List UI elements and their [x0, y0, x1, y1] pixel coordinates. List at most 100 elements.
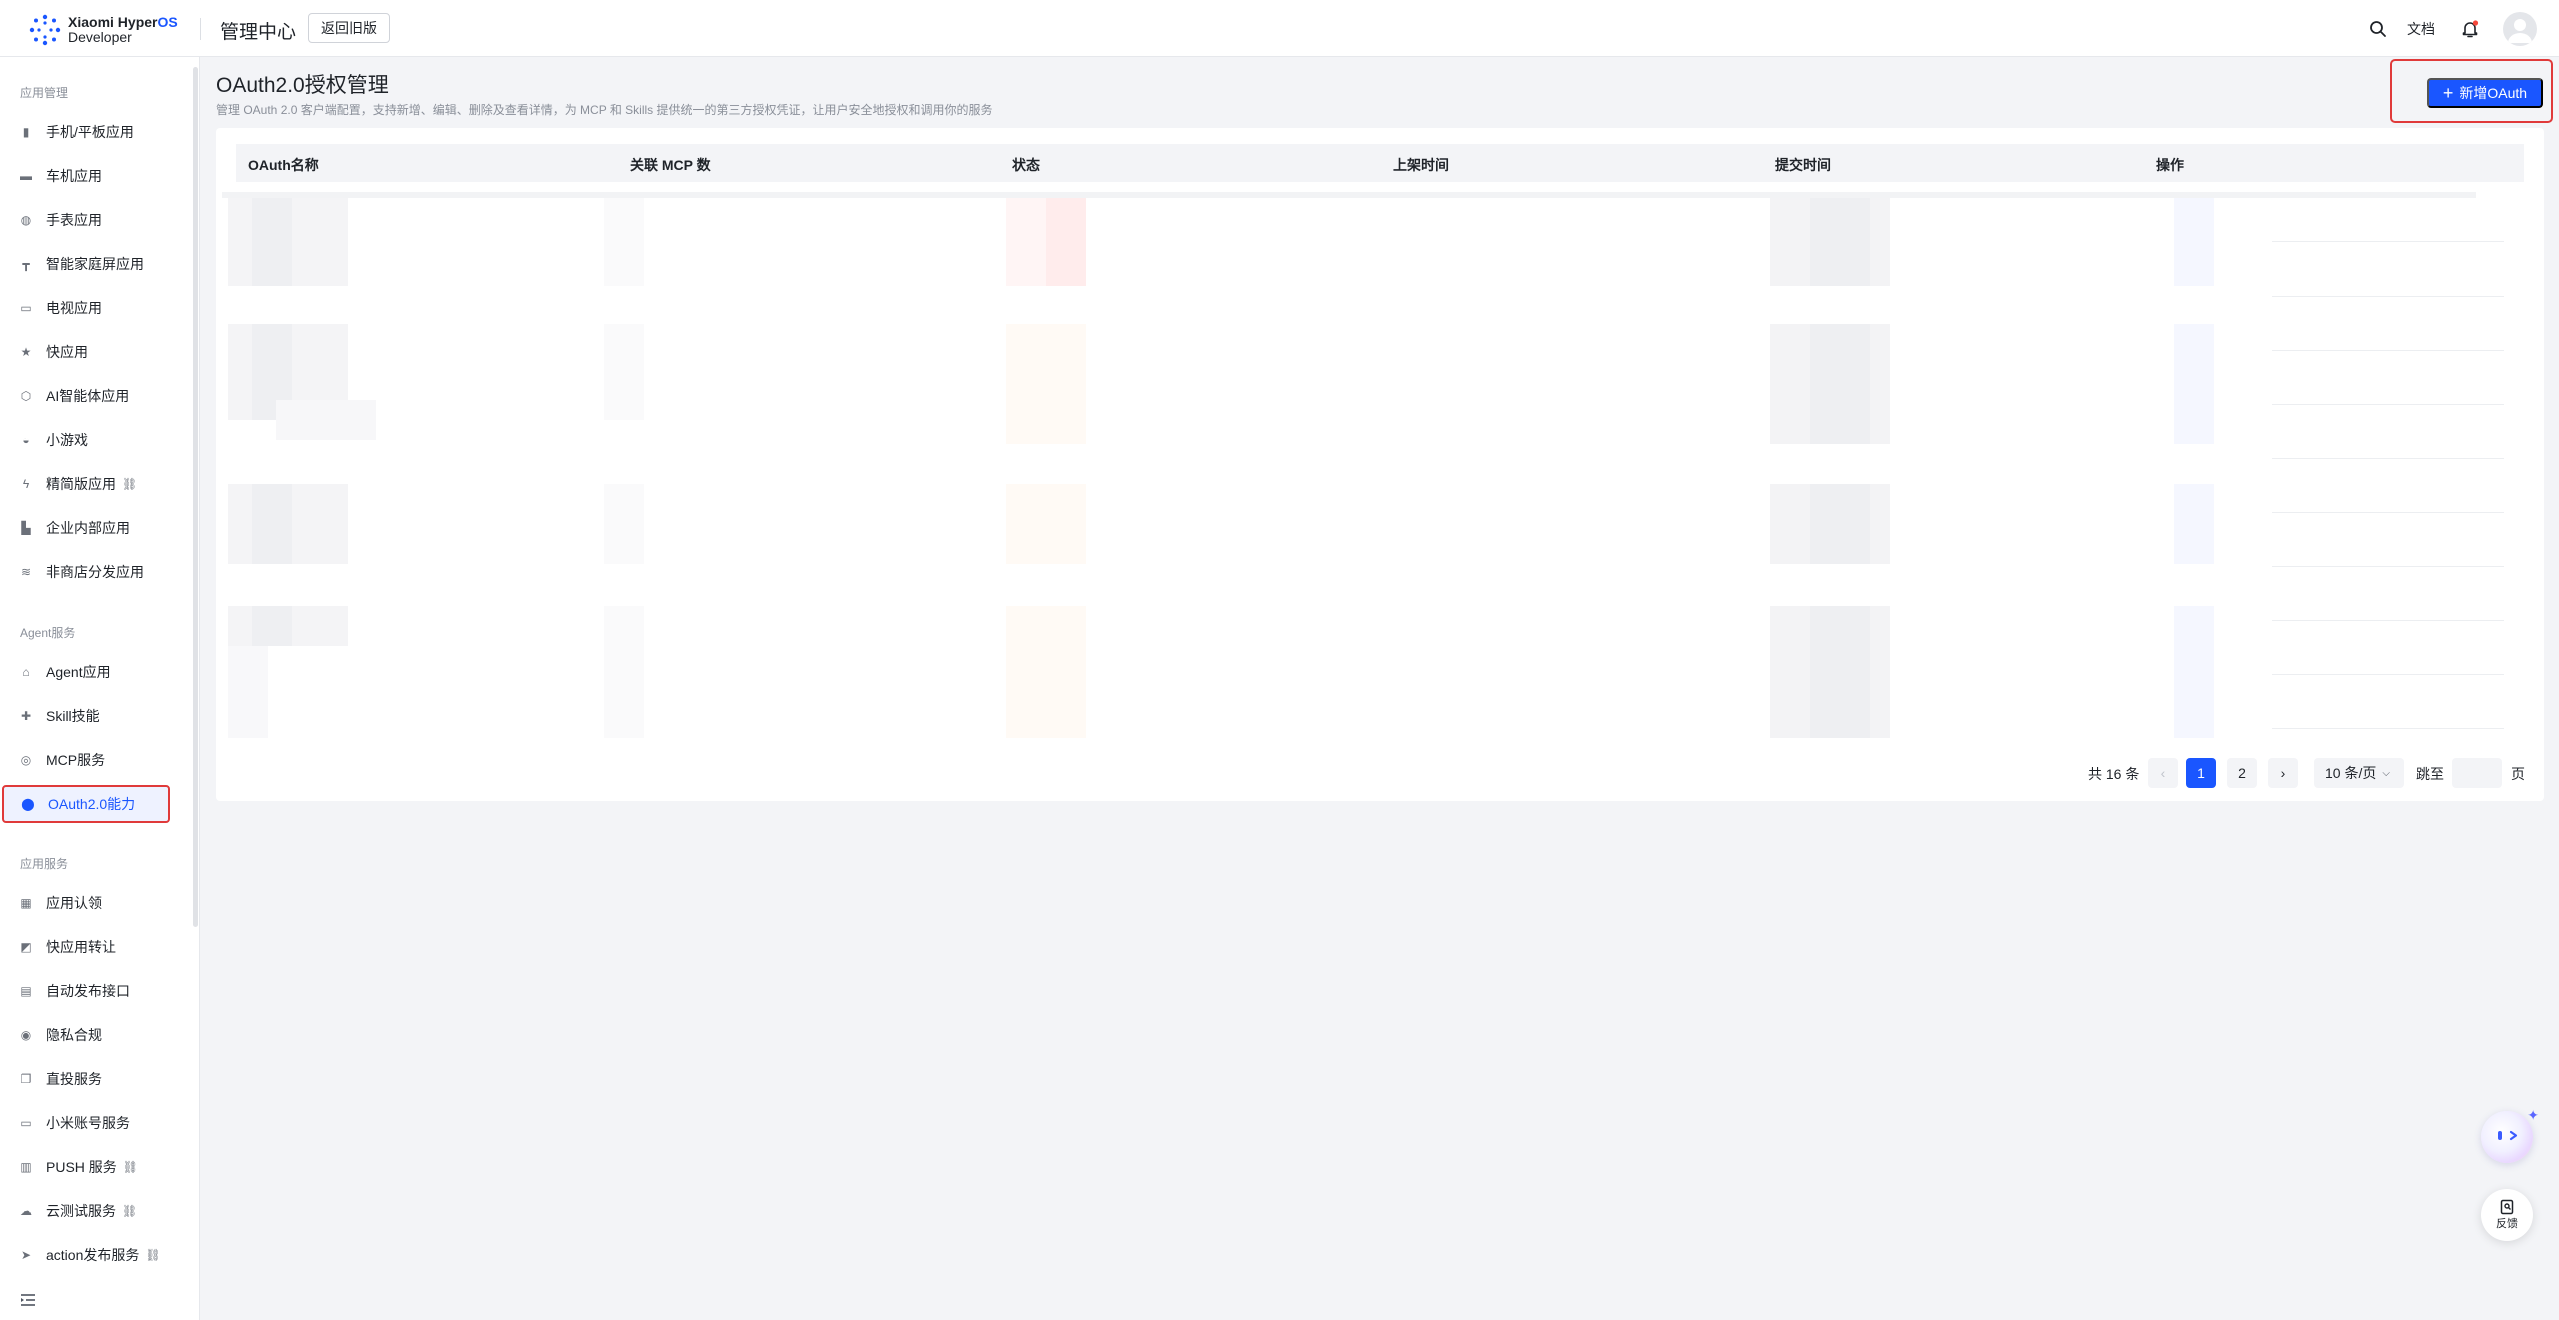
logo-text-developer: Developer: [68, 29, 132, 45]
home-screen-icon: ┳: [22, 257, 30, 271]
star-icon: ★: [20, 345, 32, 359]
sidebar-item-label: 小米账号服务: [46, 1115, 130, 1131]
feedback-button[interactable]: 反馈: [2481, 1189, 2533, 1241]
sidebar-item-label: 电视应用: [46, 300, 102, 316]
sidebar-group-app-management: 应用管理: [20, 86, 69, 100]
sidebar-item-label: PUSH 服务: [46, 1159, 117, 1175]
sidebar-scrollbar[interactable]: [193, 67, 198, 927]
sparkle-icon: ✦: [2527, 1107, 2539, 1123]
pagination-page-2[interactable]: 2: [2227, 758, 2257, 788]
top-header: Xiaomi HyperOS Developer 管理中心 返回旧版 文档: [0, 0, 2559, 57]
external-link-icon: ⛓: [122, 1160, 139, 1174]
column-header-listed-time: 上架时间: [1393, 157, 1449, 173]
sidebar-item-xiaomi-account-service[interactable]: ▭ 小米账号服务: [0, 1103, 170, 1143]
return-old-version-button[interactable]: 返回旧版: [308, 13, 390, 43]
collapse-sidebar-icon[interactable]: [20, 1293, 36, 1307]
page-size-select[interactable]: 10 条/页 ⌵: [2314, 758, 2404, 788]
sidebar-item-label: 企业内部应用: [46, 520, 130, 536]
sidebar-item-privacy-compliance[interactable]: ◉ 隐私合规: [0, 1015, 170, 1055]
sidebar-item-non-store-distribution-apps[interactable]: ≋ 非商店分发应用: [0, 552, 170, 592]
oauth-table-card: OAuth名称 关联 MCP 数 状态 上架时间 提交时间 操作: [216, 128, 2544, 801]
pagination-total: 共 16 条: [2088, 766, 2140, 782]
pagination-page-unit: 页: [2511, 766, 2525, 782]
lightning-icon: ϟ: [22, 477, 30, 491]
sidebar-item-ai-agent-apps[interactable]: ⬡ AI智能体应用: [0, 376, 170, 416]
ai-cube-icon: ⬡: [20, 389, 32, 403]
sidebar-item-direct-delivery[interactable]: ❐ 直投服务: [0, 1059, 170, 1099]
external-link-icon: ⛓: [122, 477, 138, 491]
sidebar-item-skills[interactable]: ✚ Skill技能: [0, 696, 170, 736]
ai-assistant-button[interactable]: ✦: [2481, 1107, 2539, 1163]
sidebar-item-agent-apps[interactable]: ⌂ Agent应用: [0, 652, 170, 692]
avatar[interactable]: [2503, 12, 2537, 46]
sidebar-item-mcp-services[interactable]: ◎ MCP服务: [0, 740, 170, 780]
puzzle-icon: ✚: [20, 709, 32, 723]
search-icon[interactable]: [2361, 12, 2395, 46]
sidebar-item-phone-tablet-apps[interactable]: ▮ 手机/平板应用: [0, 112, 170, 152]
sidebar-item-enterprise-internal-apps[interactable]: ▙ 企业内部应用: [0, 508, 170, 548]
sidebar-item-watch-apps[interactable]: ◍ 手表应用: [0, 200, 170, 240]
gamepad-icon: ◒: [22, 433, 30, 447]
sidebar-item-label: 应用认领: [46, 895, 102, 911]
api-icon: ▤: [20, 984, 32, 998]
sidebar-item-label: 快应用转让: [46, 939, 116, 955]
table-header: OAuth名称 关联 MCP 数 状态 上架时间 提交时间 操作: [236, 144, 2524, 182]
phone-icon: ▮: [22, 125, 30, 139]
pagination-jump-label: 跳至: [2416, 766, 2444, 782]
column-header-mcp-count: 关联 MCP 数: [630, 157, 711, 173]
sidebar-item-label: AI智能体应用: [46, 388, 130, 404]
sidebar-item-label: action发布服务: [46, 1247, 140, 1263]
sidebar-item-quick-app-transfer[interactable]: ◩ 快应用转让: [0, 927, 170, 967]
shield-icon: ⬤: [21, 797, 35, 811]
sidebar-item-lite-apps[interactable]: ϟ 精简版应用 ⛓: [0, 464, 170, 504]
page-title: OAuth2.0授权管理: [216, 74, 389, 97]
sidebar-item-car-apps[interactable]: ▬ 车机应用: [0, 156, 170, 196]
plus-icon: +: [2442, 83, 2454, 103]
sidebar: 应用管理 ▮ 手机/平板应用 ▬ 车机应用 ◍ 手表应用 ┳ 智能家庭屏应用 ▭ 电视应用…: [0, 57, 200, 1320]
sidebar-item-label: OAuth2.0能力: [48, 796, 136, 812]
sidebar-item-label: MCP服务: [46, 752, 106, 768]
feedback-label: 反馈: [2496, 1218, 2518, 1230]
cloud-icon: ☁: [20, 1204, 32, 1218]
sidebar-item-quick-apps[interactable]: ★ 快应用: [0, 332, 170, 372]
column-header-status: 状态: [1012, 157, 1040, 173]
pagination-next-button[interactable]: ›: [2268, 758, 2298, 788]
pagination-jump-input[interactable]: [2452, 758, 2502, 788]
grid-icon: ▦: [20, 896, 32, 910]
header-actions: 文档: [2361, 12, 2537, 46]
external-link-icon: ⛓: [145, 1248, 161, 1262]
sidebar-item-cloud-testing[interactable]: ☁ 云测试服务 ⛓: [0, 1191, 170, 1231]
sidebar-item-label: 手机/平板应用: [46, 124, 134, 140]
header-title: 管理中心: [220, 22, 297, 43]
sidebar-item-action-publish[interactable]: ➤ action发布服务 ⛓: [0, 1235, 170, 1275]
docs-link[interactable]: 文档: [2407, 19, 2435, 39]
sidebar-item-app-claim[interactable]: ▦ 应用认领: [0, 883, 170, 923]
sidebar-item-auto-publish-api[interactable]: ▤ 自动发布接口: [0, 971, 170, 1011]
sidebar-item-push-service[interactable]: ▥ PUSH 服务 ⛓: [0, 1147, 170, 1187]
sidebar-item-label: 自动发布接口: [46, 983, 130, 999]
building-icon: ▙: [21, 521, 31, 535]
sidebar-item-mini-games[interactable]: ◒ 小游戏: [0, 420, 170, 460]
copy-icon: ❐: [20, 1072, 32, 1086]
transfer-icon: ◩: [20, 940, 32, 954]
bell-icon[interactable]: [2453, 12, 2487, 46]
sidebar-item-oauth2-capability[interactable]: ⬤ OAuth2.0能力: [2, 785, 170, 823]
xiaomi-hyperos-logo[interactable]: Xiaomi HyperOS Developer: [28, 13, 178, 47]
sidebar-item-label: 隐私合规: [46, 1027, 102, 1043]
sidebar-item-label: Skill技能: [46, 708, 100, 724]
column-header-submit-time: 提交时间: [1775, 157, 1831, 173]
sidebar-item-label: Agent应用: [46, 664, 111, 680]
add-oauth-button[interactable]: + 新增OAuth: [2427, 78, 2543, 108]
sidebar-group-agent-services: Agent服务: [20, 626, 76, 640]
pagination-page-1[interactable]: 1: [2186, 758, 2216, 788]
sidebar-group-app-services: 应用服务: [20, 857, 69, 871]
logo-text-os: OS: [157, 14, 178, 30]
page-description: 管理 OAuth 2.0 客户端配置，支持新增、编辑、删除及查看详情，为 MCP…: [216, 103, 993, 117]
sidebar-item-smart-home-screen-apps[interactable]: ┳ 智能家庭屏应用: [0, 244, 170, 284]
tv-icon: ▭: [20, 301, 32, 315]
mcp-icon: ◎: [20, 753, 32, 767]
feedback-icon: [2500, 1199, 2514, 1215]
sidebar-item-tv-apps[interactable]: ▭ 电视应用: [0, 288, 170, 328]
header-divider: [200, 18, 201, 40]
pagination-prev-button[interactable]: ‹: [2148, 758, 2178, 788]
